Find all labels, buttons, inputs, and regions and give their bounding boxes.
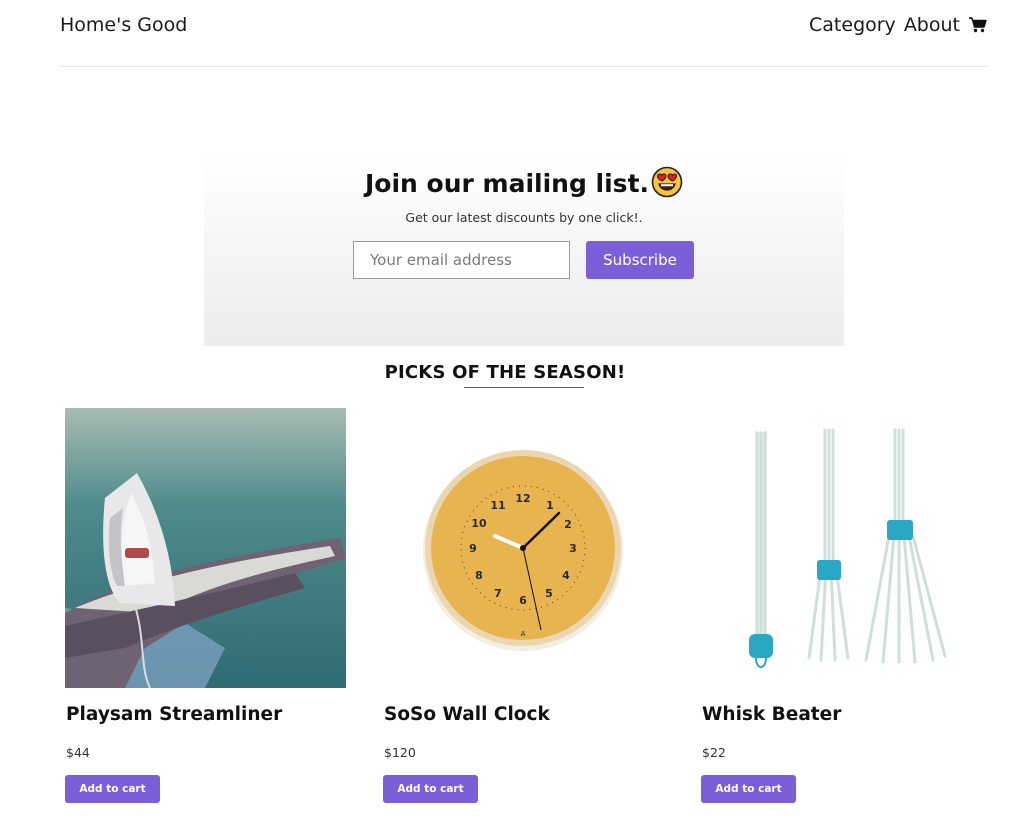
product-name[interactable]: Playsam Streamliner bbox=[66, 704, 282, 725]
picks-heading: PICKS OF THE SEASON! bbox=[384, 362, 626, 383]
subscribe-button[interactable]: Subscribe bbox=[586, 241, 694, 279]
svg-text:5: 5 bbox=[545, 587, 553, 600]
mailing-title: Join our mailing list. bbox=[204, 166, 844, 204]
svg-text:6: 6 bbox=[519, 594, 527, 607]
nav-links: Category About bbox=[801, 14, 988, 36]
product-price: $44 bbox=[66, 745, 90, 760]
svg-text:11: 11 bbox=[490, 499, 505, 512]
add-to-cart-button[interactable]: Add to cart bbox=[701, 775, 796, 803]
add-to-cart-button[interactable]: Add to cart bbox=[65, 775, 160, 803]
svg-text:3: 3 bbox=[569, 542, 577, 555]
svg-text:7: 7 bbox=[494, 587, 502, 600]
product-price: $22 bbox=[702, 745, 726, 760]
product-name[interactable]: Whisk Beater bbox=[702, 704, 841, 725]
svg-text:8: 8 bbox=[475, 569, 483, 582]
cart-icon[interactable] bbox=[968, 15, 988, 35]
mailing-title-text: Join our mailing list. bbox=[364, 169, 650, 198]
mailing-subtitle: Get our latest discounts by one click!. bbox=[405, 210, 643, 225]
svg-text:9: 9 bbox=[469, 542, 477, 555]
product-name[interactable]: SoSo Wall Clock bbox=[384, 704, 550, 725]
svg-text:1: 1 bbox=[546, 499, 554, 512]
heart-eyes-emoji-icon bbox=[651, 166, 683, 204]
product-price: $120 bbox=[384, 745, 416, 760]
svg-text:12: 12 bbox=[515, 492, 530, 505]
whisk-image[interactable] bbox=[701, 408, 982, 688]
svg-text:10: 10 bbox=[471, 517, 487, 530]
picks-heading-underline bbox=[464, 387, 584, 388]
top-navbar: Home's Good Category About bbox=[60, 0, 988, 67]
nav-link-category[interactable]: Category bbox=[809, 14, 896, 36]
nav-link-about[interactable]: About bbox=[904, 14, 960, 36]
svg-text:4: 4 bbox=[562, 569, 570, 582]
wall-clock-image[interactable]: 12 1 2 3 4 5 6 7 8 9 10 11 A bbox=[383, 408, 664, 688]
add-to-cart-button[interactable]: Add to cart bbox=[383, 775, 478, 803]
clothes-iron-image[interactable] bbox=[65, 408, 346, 688]
mailing-list-section: Join our mailing list. Get our latest di… bbox=[204, 152, 844, 346]
svg-text:2: 2 bbox=[564, 518, 572, 531]
email-field[interactable] bbox=[353, 241, 570, 279]
svg-text:A: A bbox=[521, 630, 526, 638]
brand-logo-text[interactable]: Home's Good bbox=[60, 14, 187, 36]
